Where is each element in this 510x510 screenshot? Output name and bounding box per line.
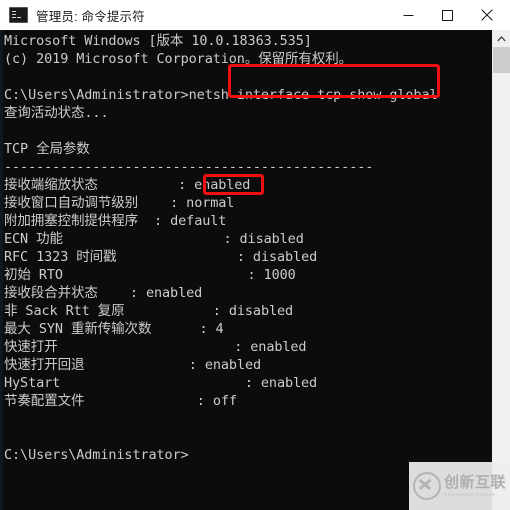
line-rfc1323: RFC 1323 时间戳 : disabled [4,249,318,265]
maximize-icon [442,9,453,21]
chevron-up-icon [497,35,506,41]
terminal-left-edge [0,30,3,510]
vertical-scrollbar[interactable] [492,30,510,510]
line-initial-rto: 初始 RTO : 1000 [4,267,296,283]
line-section-title: TCP 全局参数 [4,141,90,157]
title-bar-left: 管理员: 命令提示符 [0,6,389,25]
line-ecn: ECN 功能 : disabled [4,231,304,247]
line-hystart: HyStart : enabled [4,375,318,391]
line-nonsack: 非 Sack Rtt 复原 : disabled [4,303,294,319]
line-autotuning: 接收窗口自动调节级别 : normal [4,195,235,211]
terminal-text: Microsoft Windows [版本 10.0.18363.535] (c)… [4,31,491,509]
maximize-button[interactable] [428,0,467,30]
scrollbar-track[interactable] [493,73,510,510]
minimize-icon [403,14,414,16]
watermark: 创新互联 CHUANGXIN HULIAN [409,462,510,510]
line-querying: 查询活动状态... [4,105,109,121]
line-pacing-profile: 节奏配置文件 : off [4,393,237,409]
scrollbar-thumb[interactable] [493,47,510,73]
line-congestion: 附加拥塞控制提供程序 : default [4,213,227,229]
scroll-up-button[interactable] [493,30,510,47]
watermark-pinyin: CHUANGXIN HULIAN [443,491,496,497]
line-banner-copyright: (c) 2019 Microsoft Corporation。保留所有权利。 [4,51,353,67]
minimize-button[interactable] [389,0,428,30]
title-bar[interactable]: 管理员: 命令提示符 [0,0,510,31]
console-icon [9,7,28,23]
line-max-syn: 最大 SYN 重新传输次数 : 4 [4,321,224,337]
line-banner-version: Microsoft Windows [版本 10.0.18363.535] [4,33,312,49]
close-icon [480,9,493,21]
line-fastopen: 快速打开 : enabled [4,339,307,355]
watermark-chinese: 创新互联 [443,473,506,491]
window-title: 管理员: 命令提示符 [36,9,145,24]
watermark-text: 创新互联 CHUANGXIN HULIAN [444,475,506,497]
command-prompt-window: 管理员: 命令提示符 Microsoft Windows [版本 10.0.18… [0,0,510,510]
line-separator: ----------------------------------------… [4,159,374,175]
line-rsc: 接收段合并状态 : enabled [4,285,203,301]
line-final-prompt: C:\Users\Administrator> [4,447,189,463]
line-fastopen-fallback: 快速打开回退 : enabled [4,357,262,373]
terminal-output-area[interactable]: Microsoft Windows [版本 10.0.18363.535] (c)… [0,30,510,510]
close-button[interactable] [467,0,506,30]
circle-x-logo-icon [412,472,441,500]
window-controls [389,0,510,30]
line-command: C:\Users\Administrator>netsh interface t… [4,87,438,103]
line-rss: 接收端缩放状态 : enabled [4,177,251,193]
